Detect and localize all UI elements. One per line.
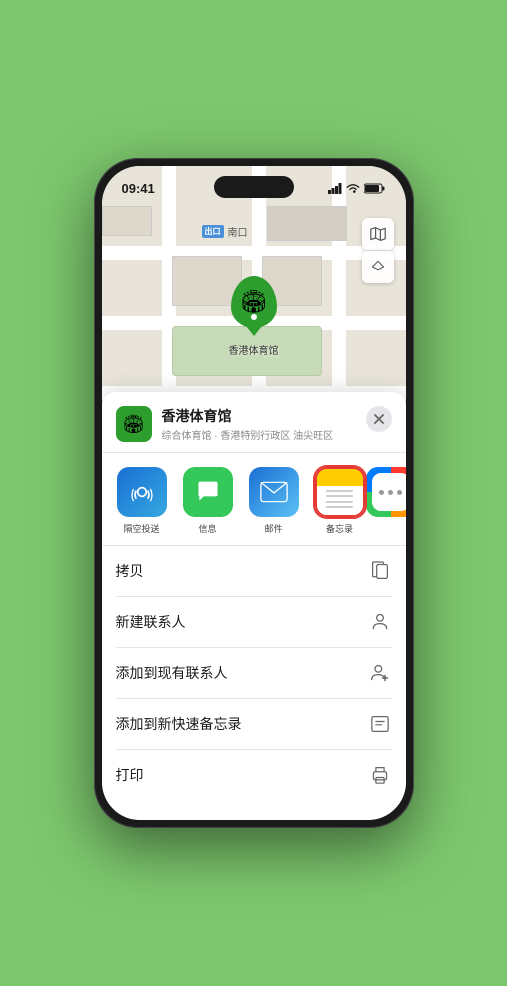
share-app-message[interactable]: 信息 [178,467,238,535]
print-label: 打印 [116,765,144,785]
person-add-symbol [370,663,390,683]
stadium-marker[interactable]: 🏟 香港体育馆 [229,276,279,357]
location-name: 香港体育馆 [162,406,392,426]
note-symbol [370,715,390,733]
marker-pin: 🏟 [231,276,277,328]
copy-symbol [371,561,389,581]
venue-emoji: 🏟 [122,414,145,435]
notes-label: 备忘录 [326,522,353,535]
add-contact-label: 添加到现有联系人 [116,663,228,683]
copy-icon [368,559,392,583]
action-copy[interactable]: 拷贝 [116,546,392,597]
bottom-sheet: 🏟 香港体育馆 综合体育馆 · 香港特别行政区 油尖旺区 [102,392,406,820]
share-app-notes[interactable]: 备忘录 [310,467,370,535]
location-header: 🏟 香港体育馆 综合体育馆 · 香港特别行政区 油尖旺区 [102,392,406,453]
printer-symbol [370,766,390,784]
location-button[interactable] [362,251,394,283]
status-icons [328,183,386,194]
marker-label: 香港体育馆 [229,342,279,357]
map-view-button[interactable] [362,218,394,250]
location-info: 香港体育馆 综合体育馆 · 香港特别行政区 油尖旺区 [162,406,392,442]
share-app-more[interactable] [376,467,406,535]
action-quick-note[interactable]: 添加到新快速备忘录 [116,699,392,750]
stadium-icon: 🏟 [240,291,268,313]
airdrop-symbol [129,479,155,505]
action-new-contact[interactable]: 新建联系人 [116,597,392,648]
mail-label: 邮件 [264,522,282,535]
wifi-icon [346,183,360,194]
copy-label: 拷贝 [116,561,144,581]
battery-icon [364,183,386,194]
print-icon [368,763,392,787]
phone-frame: 09:41 [94,158,414,828]
mail-icon [249,467,299,517]
signal-icon [328,183,342,194]
map-label: 出口 南口 [202,224,248,239]
close-button[interactable] [366,406,392,432]
new-contact-icon [368,610,392,634]
quick-note-icon [368,712,392,736]
airdrop-icon [117,467,167,517]
share-apps-row: 隔空投送 信息 [102,453,406,546]
map-button-group [362,218,394,283]
phone-screen: 09:41 [102,166,406,820]
close-icon [374,414,384,424]
person-symbol [370,612,390,632]
location-icon: 🏟 [116,406,152,442]
mail-envelope [260,481,288,503]
map-icon [370,226,386,242]
notes-icon [315,467,365,517]
status-time: 09:41 [122,181,155,196]
action-list: 拷贝 新建联系人 [102,546,406,800]
action-print[interactable]: 打印 [116,750,392,800]
location-arrow-icon [371,260,385,274]
add-contact-icon [368,661,392,685]
airdrop-label: 隔空投送 [123,522,159,535]
marker-dot [251,314,257,320]
action-add-contact[interactable]: 添加到现有联系人 [116,648,392,699]
dynamic-island [214,176,294,198]
share-app-airdrop[interactable]: 隔空投送 [112,467,172,535]
message-label: 信息 [198,522,216,535]
more-icon [366,467,406,517]
quick-note-label: 添加到新快速备忘录 [116,714,242,734]
location-sub: 综合体育馆 · 香港特别行政区 油尖旺区 [162,427,392,442]
new-contact-label: 新建联系人 [116,612,186,632]
map-south-label: 南口 [228,224,248,239]
share-app-mail[interactable]: 邮件 [244,467,304,535]
message-bubble [195,479,221,505]
map-exit-label: 出口 [202,225,224,238]
message-icon [183,467,233,517]
